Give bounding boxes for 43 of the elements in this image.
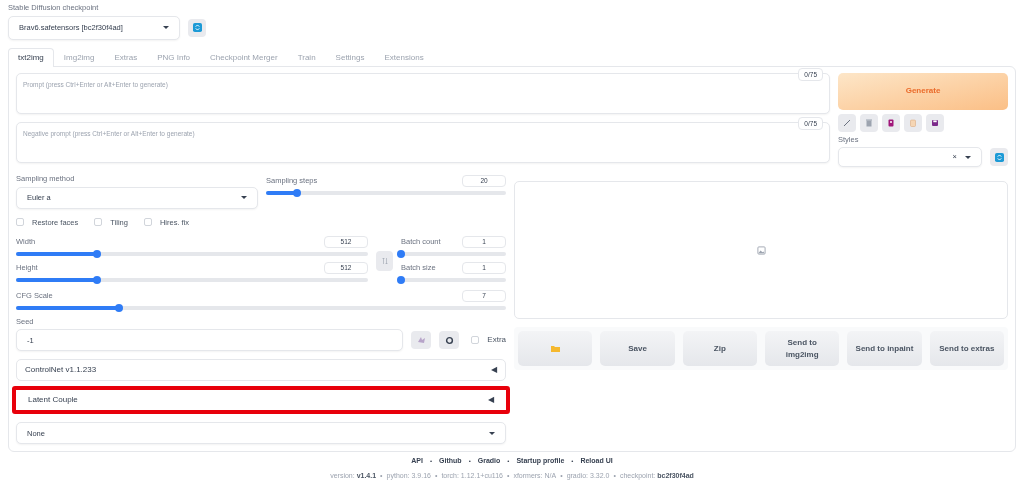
output-action-button[interactable]: Zip [682,331,757,366]
slider-handle[interactable] [397,275,405,284]
checkbox[interactable] [16,218,24,227]
slider-handle[interactable] [397,249,405,258]
folder-icon [550,344,560,352]
reuse-seed-button[interactable] [439,331,460,350]
clipboard-icon [908,117,918,128]
dropdown-caret-icon [965,155,971,159]
dropdown-caret-icon [163,26,169,29]
slider-handle[interactable] [92,275,101,284]
image-icon [756,245,766,255]
output-action-button[interactable]: Send to inpaint [847,331,922,366]
checkbox[interactable] [143,218,152,227]
pencil-icon [842,117,852,128]
collapse-toggle[interactable]: ◀ [488,394,494,407]
slider-track[interactable] [16,251,368,256]
tool-button[interactable] [882,113,900,132]
output-action-button[interactable]: Send to img2img [765,331,840,366]
slider-track[interactable] [16,305,506,310]
checkbox[interactable] [471,336,480,345]
accordion-header[interactable]: Latent Couple ◀ [12,386,510,415]
tab[interactable]: txt2img [8,47,54,67]
refresh-button[interactable] [188,18,206,37]
dropdown-caret-icon [241,196,247,199]
output-action-button[interactable]: Save [600,331,675,366]
refresh-icon [192,23,202,32]
checkbox[interactable] [94,218,103,227]
refresh-button[interactable] [990,148,1008,166]
trash-icon [864,117,874,128]
slider-handle[interactable] [293,189,302,197]
output-action-button[interactable]: Send to extras [929,331,1004,366]
slider-handle[interactable] [92,249,101,258]
tool-button[interactable] [926,113,944,132]
swap-icon [381,256,388,265]
dropdown-caret-icon [489,431,495,435]
bookmark-icon [886,117,896,128]
slider-handle[interactable] [114,303,123,312]
checkbox-label: Extra [487,334,506,347]
random-seed-button[interactable] [411,331,432,350]
accordion-header[interactable]: ControlNet v1.1.233 ◀ [16,359,506,382]
slider-track[interactable] [16,277,368,282]
refresh-icon [994,152,1004,162]
collapse-toggle[interactable]: ◀ [491,364,497,377]
